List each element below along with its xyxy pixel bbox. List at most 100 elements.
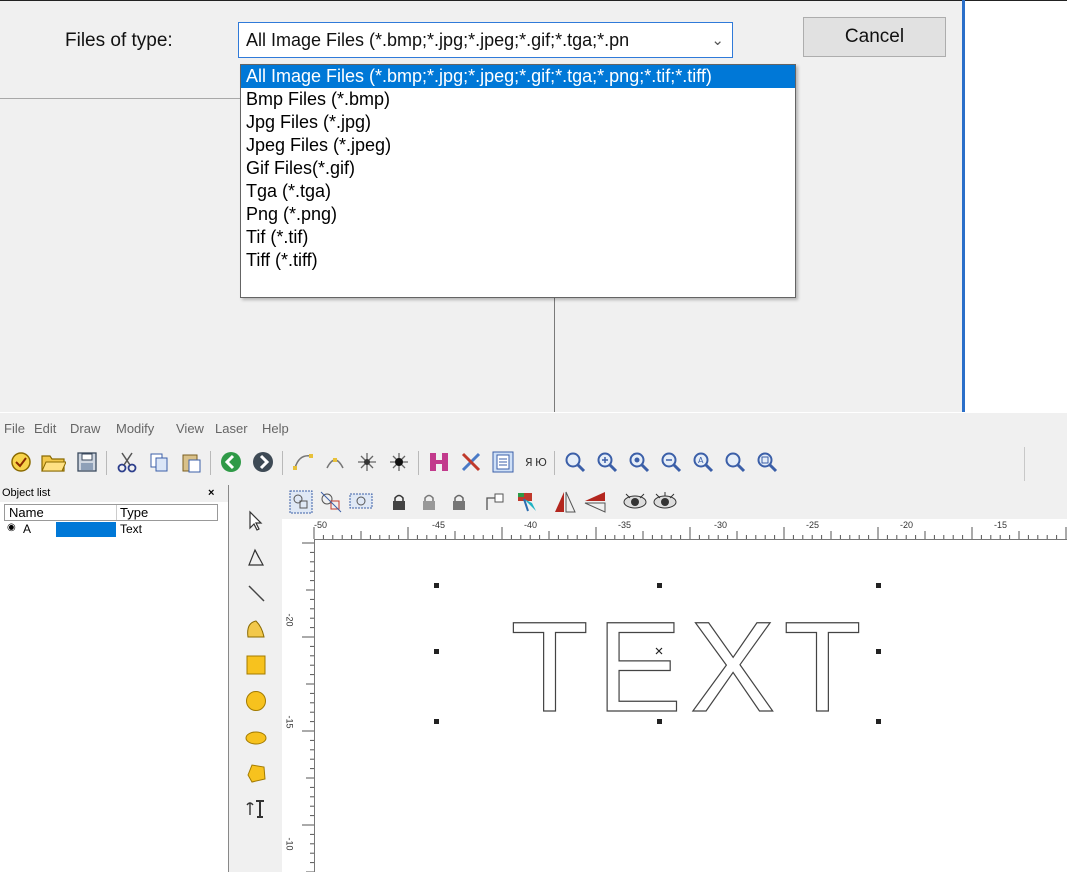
horizontal-ruler-ticks xyxy=(313,527,1067,539)
forward-icon[interactable] xyxy=(250,449,276,475)
svg-text:Я: Я xyxy=(525,456,533,469)
node-edit-icon[interactable] xyxy=(290,449,316,475)
ungroup-icon[interactable] xyxy=(318,489,344,515)
select-arrow-icon[interactable] xyxy=(240,505,272,537)
cancel-button[interactable]: Cancel xyxy=(803,17,946,57)
drawing-canvas[interactable]: -50 -45 -40 -35 -30 -25 -20 -15 -20 -15 … xyxy=(282,519,1067,872)
eye-icon[interactable]: ◉ xyxy=(7,522,16,533)
zoom-out-icon[interactable] xyxy=(658,449,684,475)
dialog-separator xyxy=(0,98,245,99)
object-list-titlebar: Object list × xyxy=(0,485,228,502)
file-type-option[interactable]: All Image Files (*.bmp;*.jpg;*.jpeg;*.gi… xyxy=(241,65,795,88)
file-type-option[interactable]: Jpeg Files (*.jpeg) xyxy=(241,134,795,157)
file-type-option[interactable]: Gif Files(*.gif) xyxy=(241,157,795,180)
rectangle-tool-icon[interactable] xyxy=(240,649,272,681)
line-tool-icon[interactable] xyxy=(240,577,272,609)
wizard-icon[interactable] xyxy=(8,449,34,475)
polygon-tool-icon[interactable] xyxy=(240,757,272,789)
zoom-select-icon[interactable] xyxy=(754,449,780,475)
node-break-icon[interactable] xyxy=(386,449,412,475)
ruler-label: -20 xyxy=(284,613,295,627)
horizontal-ruler: -50 -45 -40 -35 -30 -25 -20 -15 xyxy=(282,519,1067,540)
ruler-label: -35 xyxy=(618,520,632,530)
combine-icon[interactable] xyxy=(348,489,374,515)
dialog-window-border xyxy=(962,0,965,412)
menu-file[interactable]: File xyxy=(4,421,25,436)
dialog-top-divider xyxy=(0,0,1067,1)
canvas-text[interactable]: TEXT xyxy=(510,595,869,733)
ruler-label: -50 xyxy=(314,520,328,530)
group-icon[interactable] xyxy=(288,489,314,515)
menu-view[interactable]: View xyxy=(176,421,204,436)
column-header-type[interactable]: Type xyxy=(116,505,148,520)
file-type-option[interactable]: Tga (*.tga) xyxy=(241,180,795,203)
zoom-in-icon[interactable] xyxy=(594,449,620,475)
align-icon[interactable] xyxy=(482,489,508,515)
view-all-icon[interactable] xyxy=(652,489,678,515)
menu-modify[interactable]: Modify xyxy=(116,421,154,436)
ruler-label: -45 xyxy=(432,520,446,530)
menu-edit[interactable]: Edit xyxy=(34,421,56,436)
color-icon[interactable] xyxy=(514,489,540,515)
edit-toolbar xyxy=(276,485,1067,519)
hatch-icon[interactable] xyxy=(426,449,452,475)
text-object[interactable]: TEXT xyxy=(432,583,952,733)
close-icon[interactable]: × xyxy=(208,485,214,502)
unlock-icon[interactable] xyxy=(416,489,442,515)
vertical-ruler-ticks xyxy=(302,542,314,872)
ruler-label: -15 xyxy=(994,520,1008,530)
menu-draw[interactable]: Draw xyxy=(70,421,100,436)
column-header-name[interactable]: Name xyxy=(9,505,44,521)
ruler-label: -20 xyxy=(900,520,914,530)
menu-help[interactable]: Help xyxy=(262,421,289,436)
parameter-icon[interactable] xyxy=(490,449,516,475)
svg-text:A: A xyxy=(698,456,704,465)
zoom-in-2-icon[interactable] xyxy=(626,449,652,475)
zoom-all-icon[interactable] xyxy=(722,449,748,475)
zoom-fit-icon[interactable]: A xyxy=(690,449,716,475)
files-of-type-label: Files of type: xyxy=(65,30,173,51)
file-type-option[interactable]: Tiff (*.tiff) xyxy=(241,249,795,272)
view-icon[interactable] xyxy=(622,489,648,515)
toolbar-separator xyxy=(282,451,283,475)
chevron-down-icon[interactable]: ⌄ xyxy=(711,23,724,57)
mirror-horizontal-icon[interactable] xyxy=(552,489,578,515)
file-type-option[interactable]: Jpg Files (*.jpg) xyxy=(241,111,795,134)
svg-text:Ю: Ю xyxy=(535,456,547,469)
toolbar-separator xyxy=(106,451,107,475)
back-icon[interactable] xyxy=(218,449,244,475)
file-type-option[interactable]: Png (*.png) xyxy=(241,203,795,226)
file-type-select[interactable]: All Image Files (*.bmp;*.jpg;*.jpeg;*.gi… xyxy=(238,22,733,58)
object-list-row[interactable]: ◉ A Text xyxy=(4,521,218,538)
lock-icon[interactable] xyxy=(386,489,412,515)
node-join-icon[interactable] xyxy=(354,449,380,475)
paste-icon[interactable] xyxy=(178,449,204,475)
cut-icon[interactable] xyxy=(114,449,140,475)
ruler-label: -30 xyxy=(714,520,728,530)
object-list-title: Object list xyxy=(2,487,51,499)
file-type-option[interactable]: Bmp Files (*.bmp) xyxy=(241,88,795,111)
draw-tools-toolbar xyxy=(236,485,276,872)
copy-icon[interactable] xyxy=(146,449,172,475)
node-edit-tool-icon[interactable] xyxy=(240,541,272,573)
node-select-icon[interactable] xyxy=(322,449,348,475)
ellipse-tool-icon[interactable] xyxy=(240,721,272,753)
toolbar-separator xyxy=(1024,447,1025,481)
circle-tool-icon[interactable] xyxy=(240,685,272,717)
laser-marking-app: File Edit Draw Modify View Laser Help Я … xyxy=(0,413,1067,872)
curve-tool-icon[interactable] xyxy=(240,613,272,645)
menu-bar: File Edit Draw Modify View Laser Help xyxy=(0,413,1067,443)
text-tool-icon[interactable] xyxy=(240,793,272,825)
zoom-icon[interactable] xyxy=(562,449,588,475)
distribute-icon[interactable]: ЯЮ xyxy=(522,449,548,475)
object-type: Text xyxy=(120,522,143,536)
tools-icon[interactable] xyxy=(458,449,484,475)
menu-laser[interactable]: Laser xyxy=(215,421,248,436)
open-folder-icon[interactable] xyxy=(40,449,66,475)
object-name-highlight[interactable] xyxy=(56,522,116,537)
file-type-option[interactable]: Tif (*.tif) xyxy=(241,226,795,249)
file-dialog: Files of type: All Image Files (*.bmp;*.… xyxy=(0,0,1067,413)
mirror-vertical-icon[interactable] xyxy=(582,489,608,515)
save-icon[interactable] xyxy=(74,449,100,475)
unlock-all-icon[interactable] xyxy=(446,489,472,515)
